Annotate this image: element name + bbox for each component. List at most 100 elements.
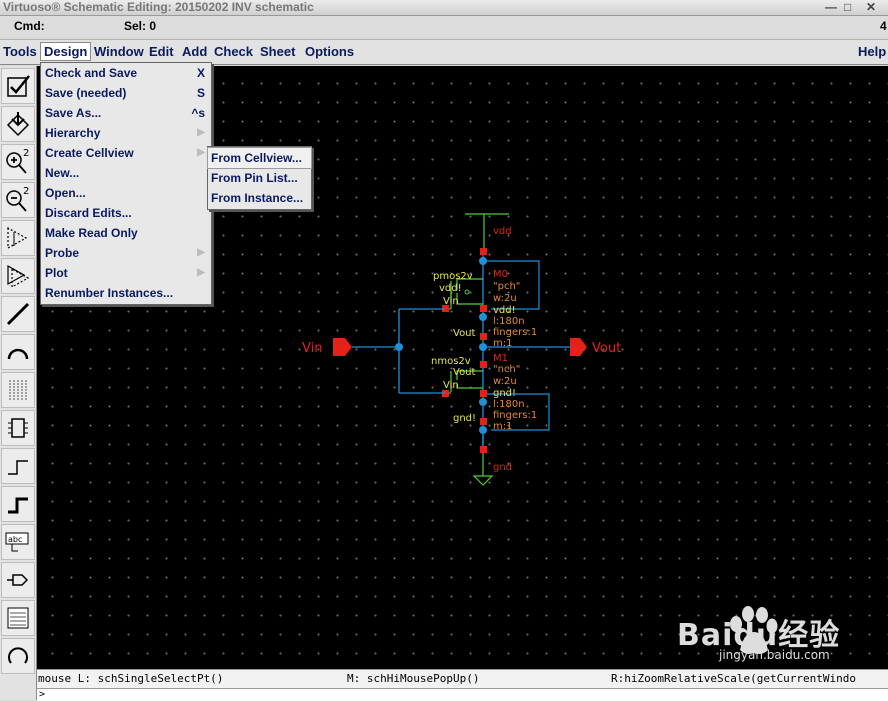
menu-tools[interactable]: Tools — [0, 43, 40, 60]
menu-item-discard-edits[interactable]: Discard Edits... — [41, 203, 211, 223]
menu-item-open[interactable]: Open... — [41, 183, 211, 203]
pmos-model-label: pmos2v — [433, 271, 473, 282]
gnd-symbol[interactable]: gnd — [472, 430, 512, 486]
nmos-param-model: "nch" — [493, 364, 520, 375]
submenu-item-from-pin-list[interactable]: From Pin List... — [208, 168, 311, 188]
vdd-symbol[interactable]: vdd — [465, 213, 512, 255]
pmos-param-w: w:2u — [493, 293, 517, 304]
menu-add[interactable]: Add — [179, 43, 210, 60]
maximize-button[interactable]: □ — [844, 0, 851, 15]
pan-icon[interactable] — [1, 600, 35, 636]
menu-item-label: Check and Save — [45, 66, 138, 80]
nmos-transistor[interactable]: nmos2v Vout Vin gnd! M1 "nch" w:2u gnd! … — [431, 353, 537, 432]
shortcut: ^s — [191, 106, 205, 120]
gnd-label: gnd — [493, 462, 512, 473]
menu-item-hierarchy[interactable]: Hierarchy ▶ — [41, 123, 211, 143]
create-cellview-submenu: From Cellview... From Pin List... From I… — [207, 146, 312, 210]
junction-dot — [479, 313, 487, 321]
pmos-param-l: l:180n — [493, 316, 525, 327]
pmos-param-model: "pch" — [493, 281, 520, 292]
command-prompt: > — [39, 689, 46, 700]
gate-wire — [352, 308, 445, 394]
bus-icon[interactable] — [1, 372, 35, 408]
menu-item-plot[interactable]: Plot ▶ — [41, 263, 211, 283]
submenu-arrow-icon: ▶ — [197, 147, 205, 158]
menu-item-create-cellview[interactable]: Create Cellview ▶ — [41, 143, 211, 163]
wire-narrow-icon[interactable] — [1, 448, 35, 484]
menu-item-save[interactable]: Save (needed) S — [41, 83, 211, 103]
menu-item-label: Hierarchy — [45, 126, 101, 140]
nmos-body-label: Vout — [453, 367, 476, 378]
menu-item-label: Probe — [45, 246, 80, 260]
pmos-instance-name: M0 — [493, 269, 508, 280]
nmos-terminal-label: gnd! — [493, 388, 516, 399]
menu-check[interactable]: Check — [211, 43, 256, 60]
menu-design[interactable]: Design — [40, 42, 92, 61]
left-toolbar: 2 2 abc — [0, 66, 37, 700]
nmos-param-w: w:2u — [493, 376, 517, 387]
submenu-item-from-cellview[interactable]: From Cellview... — [207, 147, 312, 169]
menu-item-label: Open... — [45, 186, 86, 200]
copy-icon[interactable] — [1, 258, 35, 294]
junction-dot — [395, 343, 403, 351]
window-title: Virtuoso® Schematic Editing: 20150202 IN… — [3, 0, 314, 14]
output-pin[interactable]: Vout — [570, 338, 621, 356]
nmos-gate-label: Vin — [443, 380, 459, 391]
selection-count: Sel: 0 — [124, 19, 157, 33]
mouse-prompt-bar: mouse L: schSingleSelectPt() M: schHiMou… — [37, 669, 888, 688]
menu-item-label: Save As... — [45, 106, 102, 120]
arc-icon[interactable] — [1, 334, 35, 370]
pmos-drain-label: Vout — [453, 328, 476, 339]
save-icon[interactable] — [1, 106, 35, 142]
minimize-button[interactable]: — — [825, 0, 837, 15]
zoom-in-icon[interactable]: 2 — [1, 144, 35, 180]
menu-item-probe[interactable]: Probe ▶ — [41, 243, 211, 263]
pin-icon[interactable] — [1, 562, 35, 598]
label-icon[interactable]: abc — [1, 524, 35, 560]
undo-icon[interactable] — [1, 638, 35, 674]
nmos-source-label: gnd! — [453, 413, 476, 424]
menu-edit[interactable]: Edit — [146, 43, 177, 60]
label-icon-text: abc — [8, 535, 22, 544]
zoom-out-factor: 2 — [23, 186, 29, 197]
watermark-url: jingyan.baidu.com — [719, 648, 830, 662]
wire-wide-icon[interactable] — [1, 486, 35, 522]
submenu-item-from-instance[interactable]: From Instance... — [208, 188, 311, 208]
watermark: Baidu经验 jingyan.baidu.com — [677, 604, 882, 666]
nmos-model-label: nmos2v — [431, 356, 471, 367]
menu-item-save-as[interactable]: Save As... ^s — [41, 103, 211, 123]
menu-item-make-read-only[interactable]: Make Read Only — [41, 223, 211, 243]
menu-item-check-and-save[interactable]: Check and Save X — [41, 63, 211, 83]
pmos-terminal-label: vdd! — [493, 305, 516, 316]
prompt-right: R:hiZoomRelativeScale(getCurrentWindo — [611, 672, 857, 685]
output-pin-label: Vout — [592, 341, 621, 356]
menu-sheet[interactable]: Sheet — [257, 43, 298, 60]
menu-item-label: Renumber Instances... — [45, 286, 174, 300]
menu-help[interactable]: Help — [855, 43, 888, 60]
pmos-gate-label: Vin — [443, 296, 459, 307]
menu-item-new[interactable]: New... — [41, 163, 211, 183]
shortcut: S — [196, 86, 205, 100]
submenu-arrow-icon: ▶ — [197, 247, 205, 258]
shortcut: X — [196, 66, 205, 80]
input-pin[interactable]: Vin — [302, 338, 352, 356]
menu-item-label: Create Cellview — [45, 146, 134, 160]
menu-item-renumber-instances[interactable]: Renumber Instances... — [41, 283, 211, 303]
close-button[interactable]: ✕ — [866, 0, 876, 15]
design-menu: Check and Save X Save (needed) S Save As… — [40, 62, 212, 305]
prompt-left: mouse L: schSingleSelectPt() — [38, 672, 224, 685]
menu-window[interactable]: Window — [91, 43, 147, 60]
menu-item-label: Plot — [45, 266, 68, 280]
check-icon[interactable] — [1, 68, 35, 104]
submenu-arrow-icon: ▶ — [197, 267, 205, 278]
wire-icon[interactable] — [1, 296, 35, 332]
nmos-param-m: m:1 — [493, 421, 512, 432]
menu-options[interactable]: Options — [302, 43, 357, 60]
submenu-arrow-icon: ▶ — [197, 127, 205, 138]
command-line[interactable]: > — [37, 688, 888, 701]
zoom-out-icon[interactable]: 2 — [1, 182, 35, 218]
stretch-icon[interactable] — [1, 220, 35, 256]
instance-icon[interactable] — [1, 410, 35, 446]
status-number: 4 — [880, 19, 887, 33]
pmos-body-label: vdd! — [439, 283, 462, 294]
